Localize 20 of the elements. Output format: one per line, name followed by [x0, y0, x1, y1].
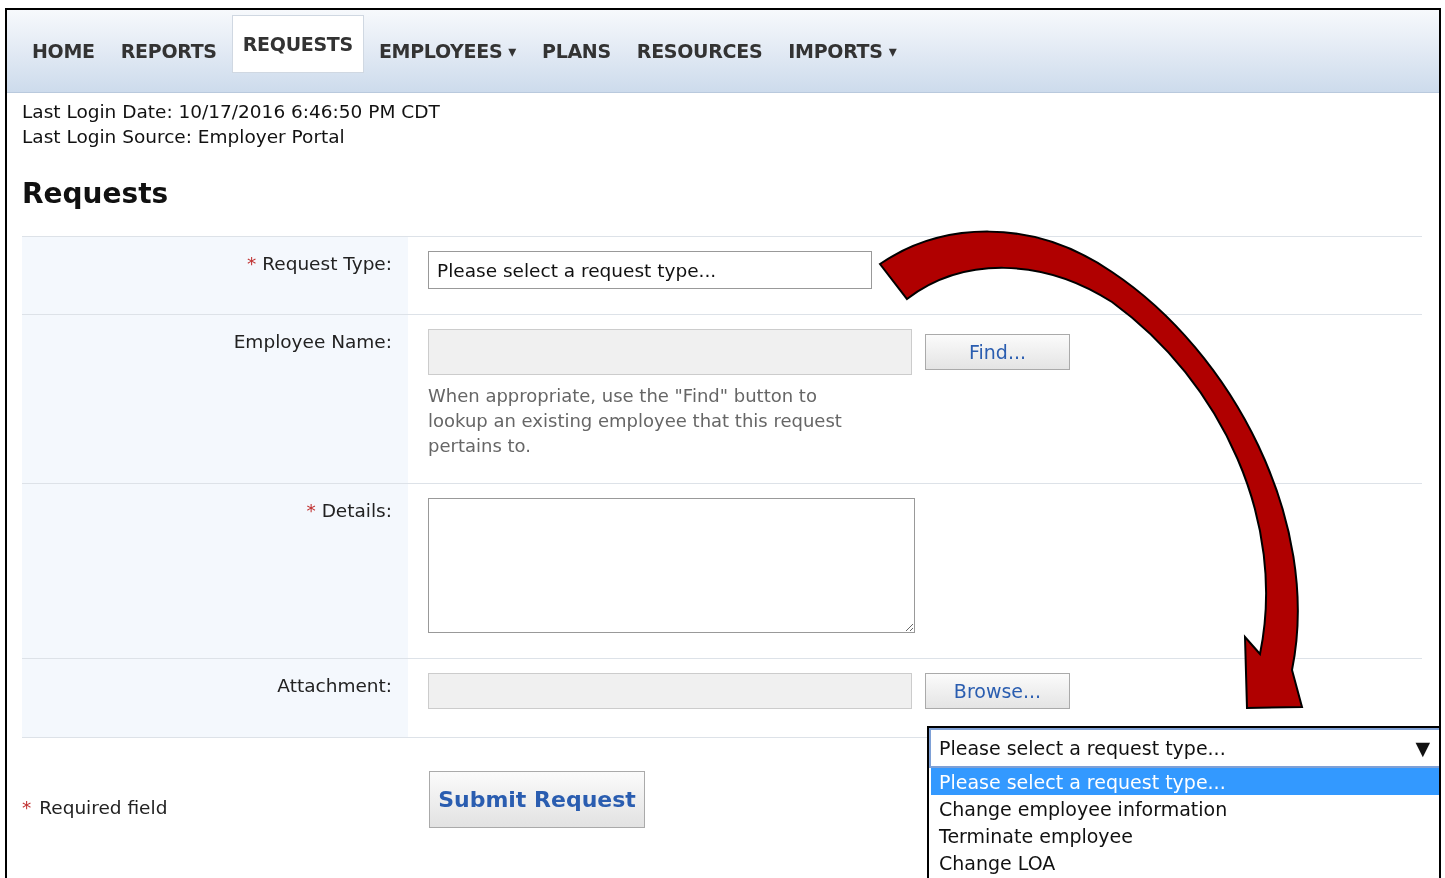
field-label: * Request Type:	[247, 253, 392, 276]
request-type-select[interactable]: Please select a request type...	[428, 251, 872, 289]
nav-tab[interactable]: HOME	[21, 22, 106, 80]
nav-tab[interactable]: IMPORTS ▾	[777, 22, 908, 80]
details-field[interactable]	[428, 498, 915, 633]
help-text: When appropriate, use the "Find" button to lookup an existing employee that this request pertains to.	[428, 384, 843, 458]
field-label: * Details:	[306, 500, 392, 523]
nav-tab[interactable]: REPORTS	[109, 22, 228, 80]
login-info: Last Login Source: Employer Portal	[22, 125, 346, 149]
login-info: Last Login Date: 10/17/2016 6:46:50 PM CDT	[22, 100, 441, 124]
dropdown-select[interactable]: Please select a request type... ▼	[929, 728, 1439, 768]
required-note: * Required field	[22, 797, 169, 818]
nav-tab[interactable]: RESOURCES	[625, 22, 774, 80]
nav-tab[interactable]: REQUESTS	[231, 15, 364, 73]
nav-tab[interactable]: EMPLOYEES ▾	[367, 22, 528, 80]
nav-tab[interactable]: PLANS	[531, 22, 622, 80]
submit-button[interactable]: Submit Request	[429, 771, 645, 828]
field-label: Attachment:	[277, 675, 392, 698]
field-label: Employee Name:	[233, 331, 392, 354]
page-title: Requests	[22, 177, 170, 210]
